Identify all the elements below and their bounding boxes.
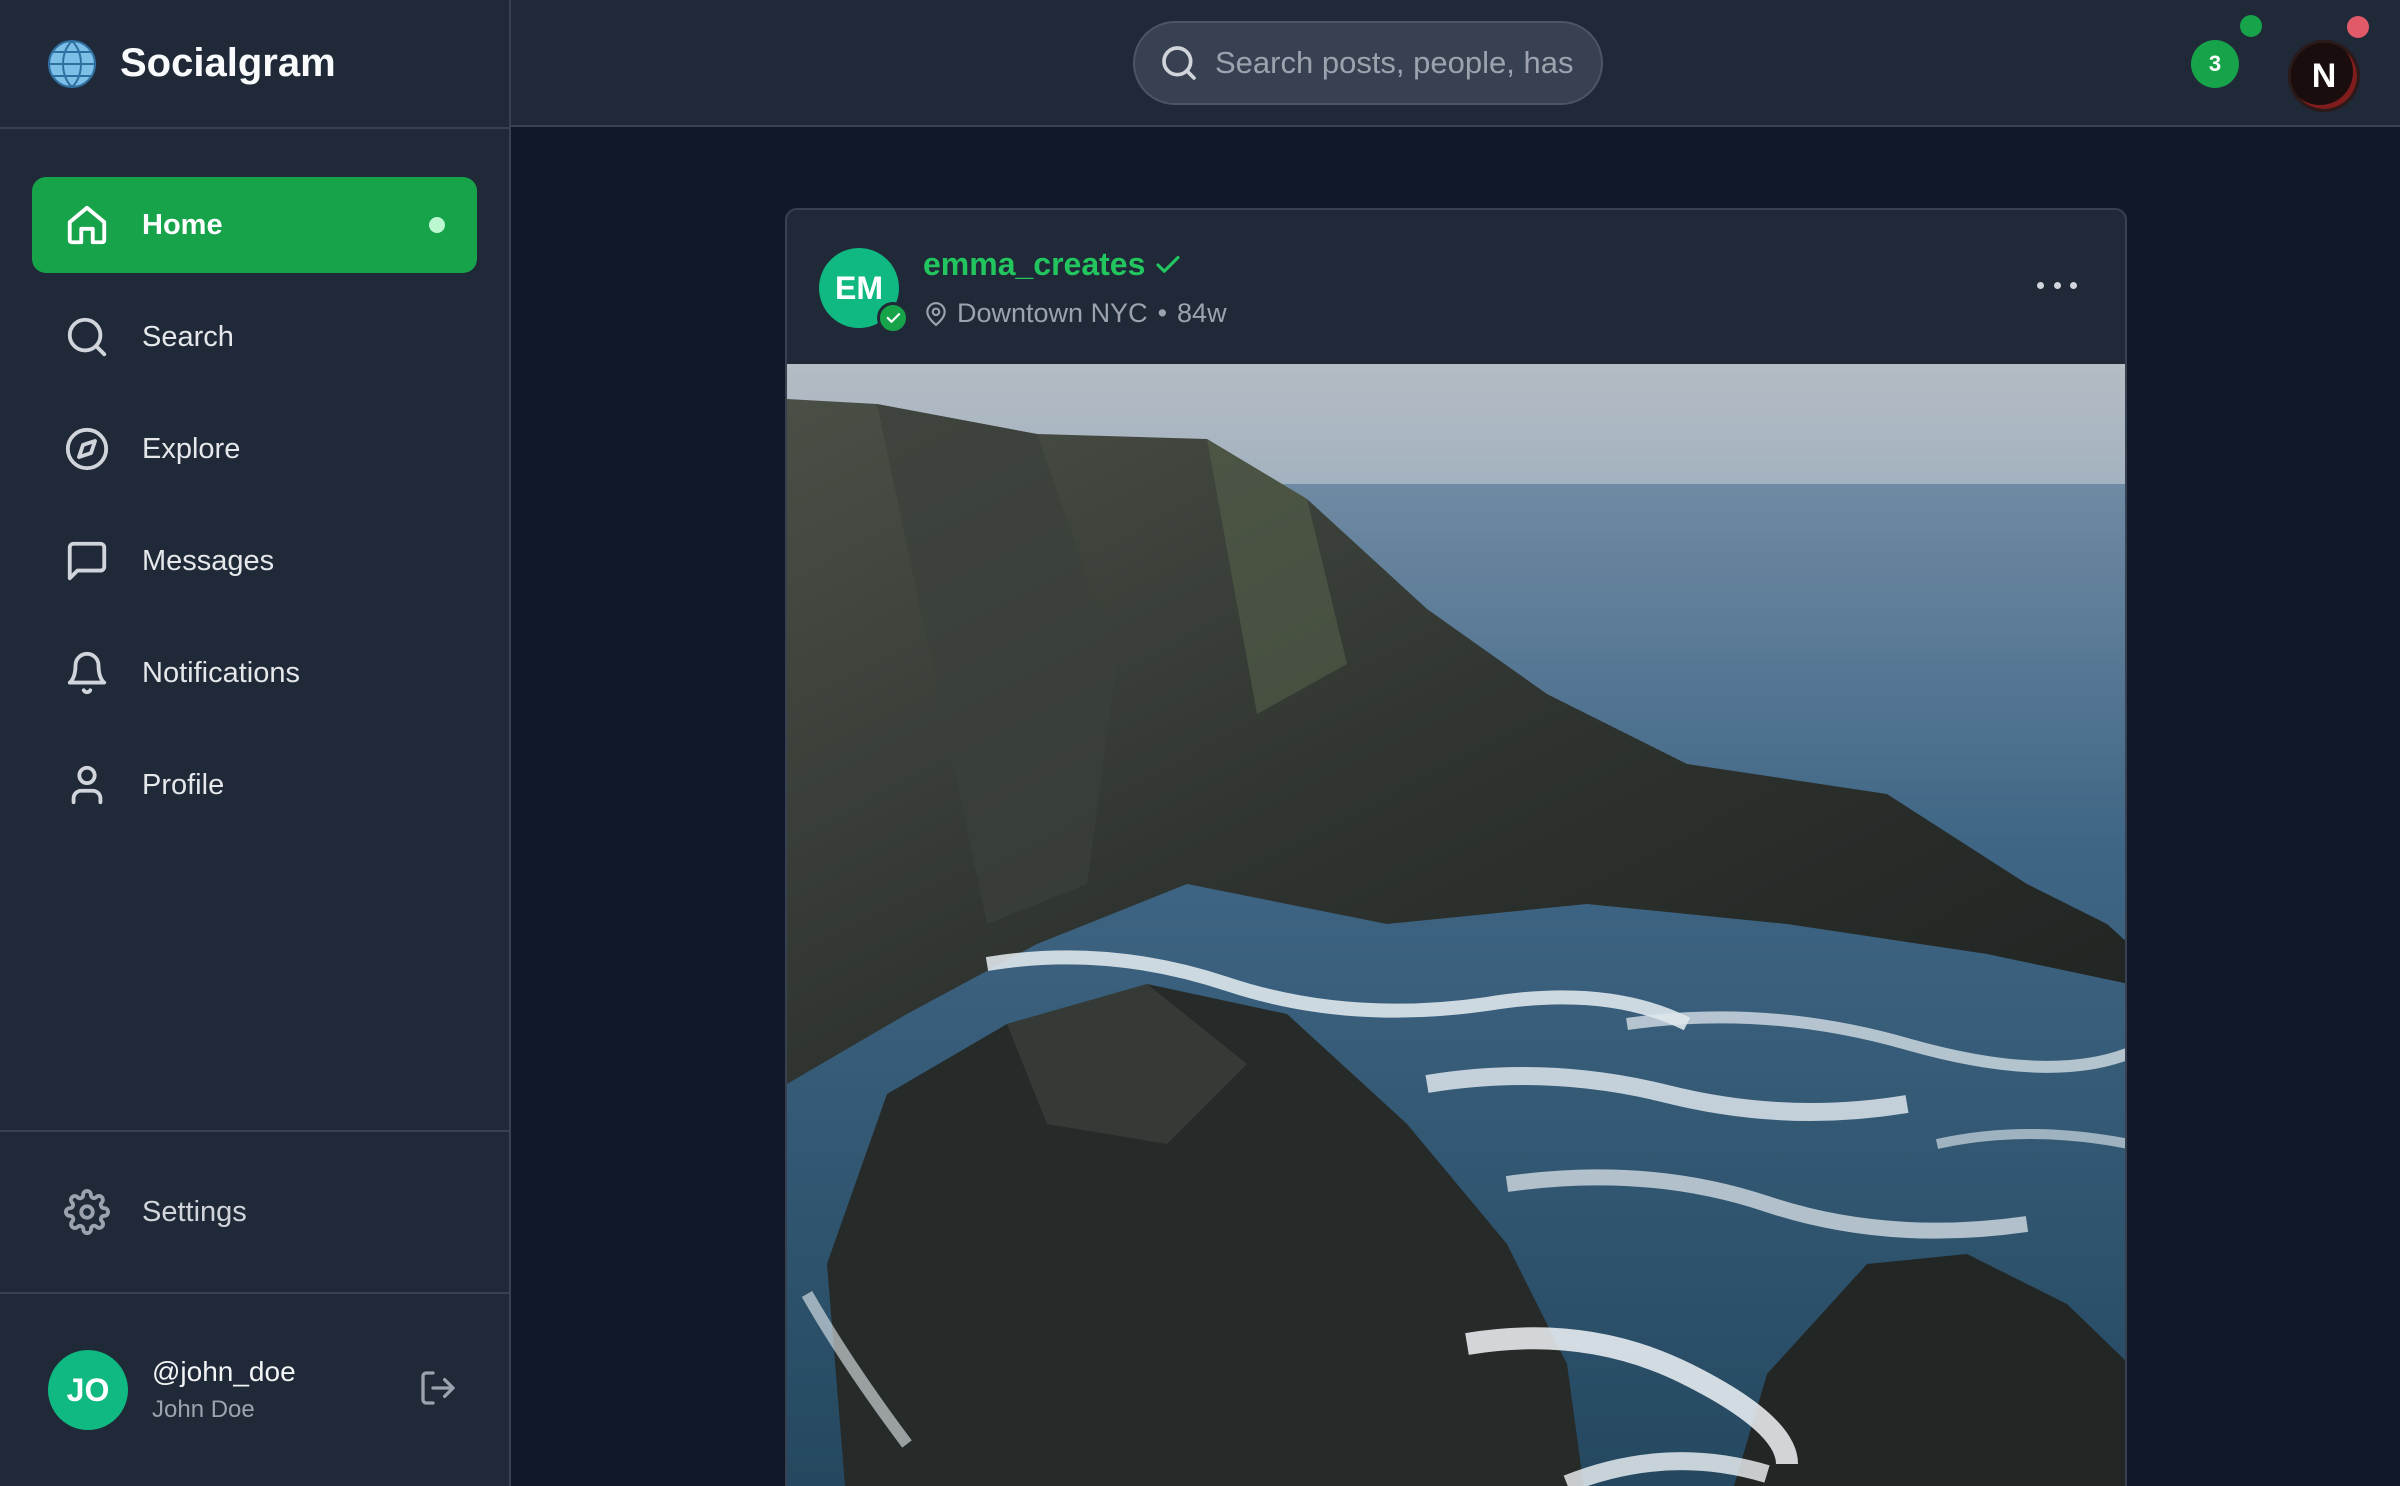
dot-icon (2053, 281, 2061, 289)
divider (0, 1292, 509, 1294)
location-pin-icon (926, 301, 946, 326)
sidebar-item-profile[interactable]: Profile (32, 737, 477, 833)
gear-icon (64, 1189, 110, 1235)
sidebar-item-home[interactable]: Home (32, 177, 477, 273)
post-card: EM emma_creates Downtown NYC • 84w (785, 208, 2127, 1486)
bell-icon (67, 652, 107, 695)
user-icon (71, 765, 103, 805)
globe-icon (48, 39, 96, 88)
top-bar: 3 N (511, 0, 2400, 127)
sidebar: Socialgram Home Search Explore Messages … (0, 0, 511, 1486)
profile-avatar[interactable]: N (2288, 40, 2360, 112)
settings-label: Settings (142, 1195, 247, 1228)
post-header: EM emma_creates Downtown NYC • 84w (787, 210, 2125, 364)
search-icon (67, 317, 107, 357)
divider (0, 1130, 509, 1132)
active-indicator (429, 217, 445, 233)
sidebar-item-messages[interactable]: Messages (32, 513, 477, 609)
search-input[interactable] (1215, 45, 1575, 81)
more-options-button[interactable] (2037, 270, 2077, 300)
notification-count-badge[interactable]: 3 (2191, 40, 2239, 88)
message-icon (67, 541, 107, 581)
brand[interactable]: Socialgram (0, 0, 509, 129)
post-image[interactable] (787, 364, 2127, 1486)
sidebar-item-explore[interactable]: Explore (32, 401, 477, 497)
sidebar-item-label: Search (142, 320, 234, 353)
status-dot (2347, 16, 2369, 38)
search-icon (1162, 46, 1196, 80)
sidebar-item-label: Explore (142, 432, 241, 465)
sidebar-item-search[interactable]: Search (32, 289, 477, 385)
check-icon (886, 313, 901, 323)
logout-icon[interactable] (418, 1368, 458, 1408)
sidebar-item-label: Home (142, 208, 223, 241)
main-nav: Home Search Explore Messages Notificatio… (0, 129, 509, 833)
sidebar-item-label: Messages (142, 544, 275, 577)
search-bar[interactable] (1133, 21, 1603, 105)
sidebar-item-label: Profile (142, 768, 225, 801)
user-handle: @john_doe (152, 1356, 296, 1387)
dot-icon (2037, 281, 2044, 289)
dot-icon (2070, 281, 2077, 289)
sidebar-item-settings[interactable]: Settings (32, 1164, 478, 1260)
username-text: emma_creates (923, 246, 1146, 282)
user-name: John Doe (152, 1396, 255, 1423)
sidebar-item-notifications[interactable]: Notifications (32, 625, 477, 721)
compass-icon (65, 427, 109, 471)
verified-check-icon (1156, 255, 1180, 273)
meta-separator: • (1157, 298, 1168, 328)
post-location[interactable]: Downtown NYC (957, 298, 1148, 329)
post-meta: Downtown NYC • 84w (923, 298, 1227, 329)
verified-badge (877, 302, 909, 334)
post-username[interactable]: emma_creates (923, 246, 1183, 283)
avatar: JO (48, 1350, 128, 1430)
current-user[interactable]: JO @john_doe John Doe (48, 1348, 458, 1432)
home-icon (67, 205, 107, 245)
sidebar-item-label: Notifications (142, 656, 300, 689)
online-indicator (2240, 15, 2262, 37)
post-age: 84w (1177, 298, 1227, 328)
app-name: Socialgram (120, 41, 336, 85)
